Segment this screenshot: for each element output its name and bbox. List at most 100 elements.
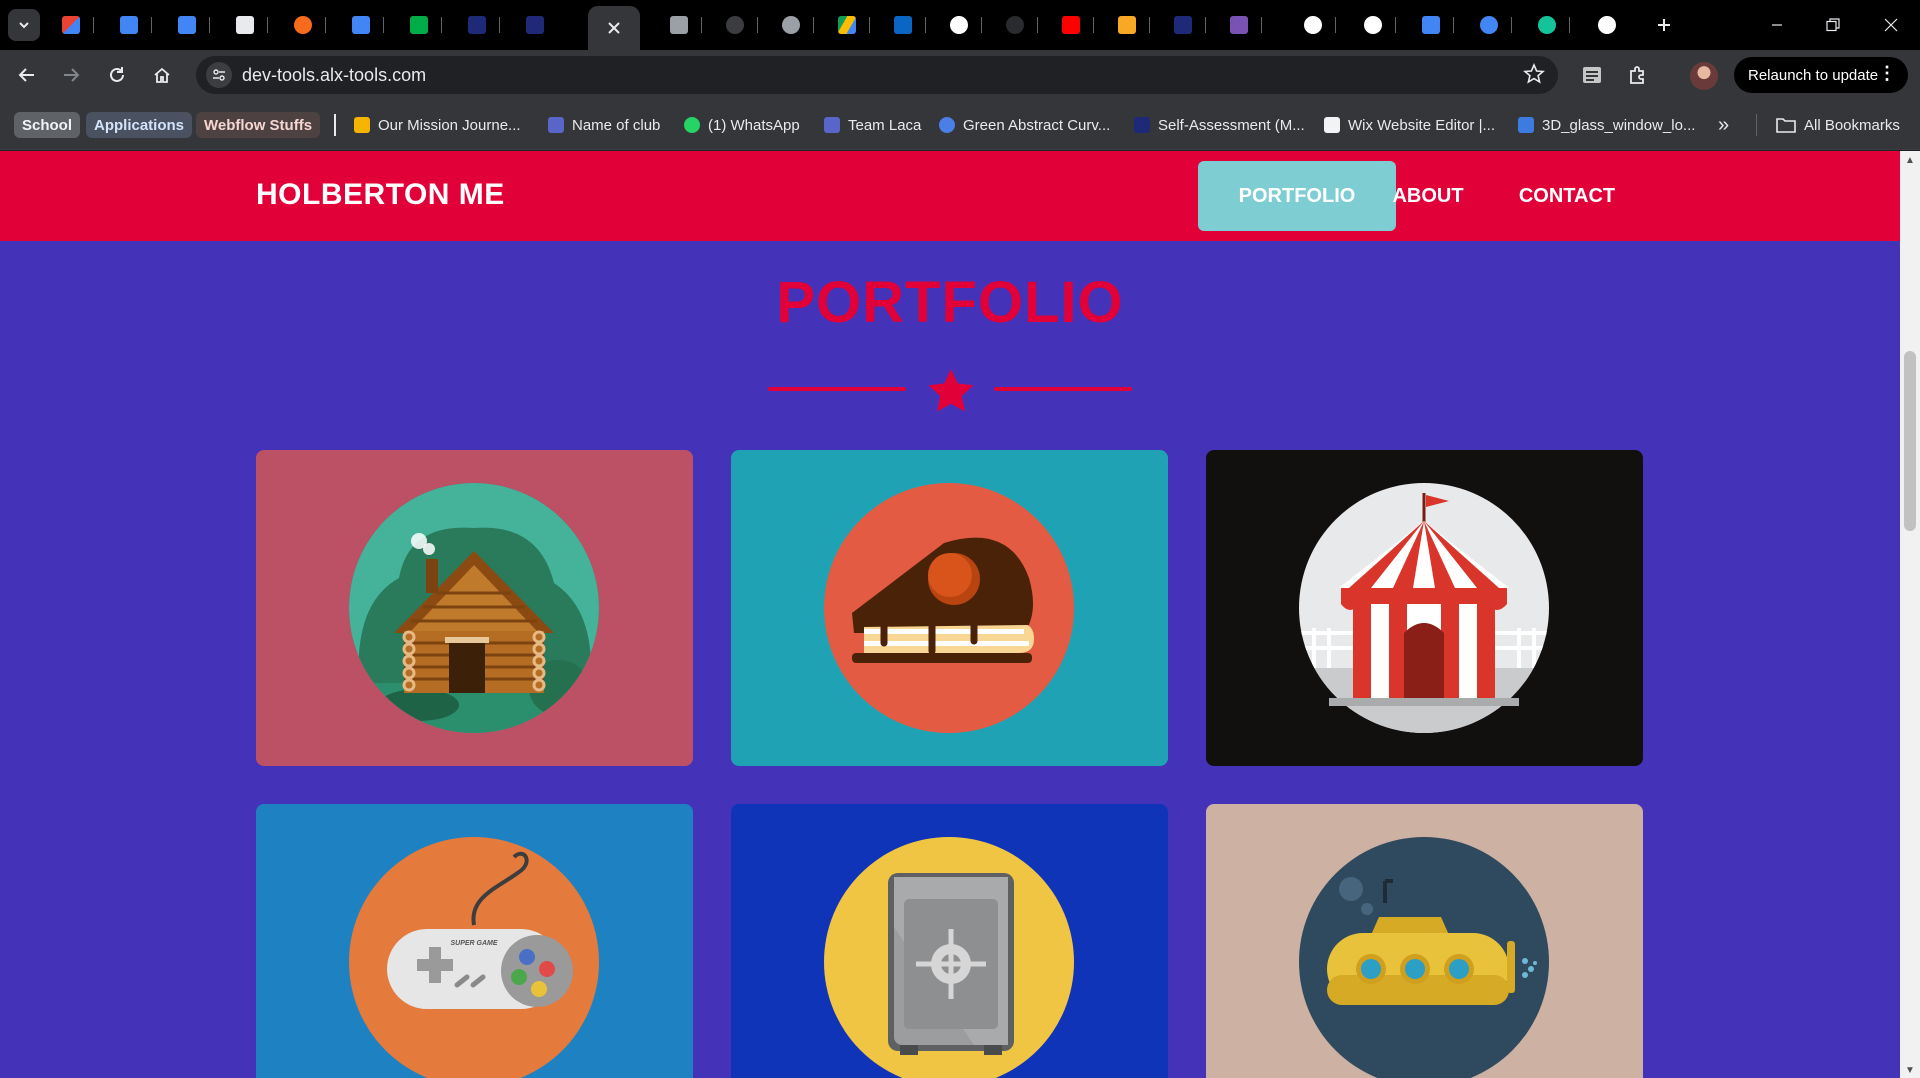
- submarine-icon: [1299, 837, 1549, 1078]
- page-scrollbar[interactable]: ▲ ▼: [1900, 151, 1920, 1078]
- tab-gmail[interactable]: [48, 8, 94, 42]
- portfolio-card-circus[interactable]: [1206, 450, 1643, 766]
- kebab-menu-icon[interactable]: ⋮: [1878, 63, 1896, 84]
- site-info-button[interactable]: [206, 62, 232, 88]
- scroll-down-icon[interactable]: ▼: [1905, 1065, 1915, 1076]
- site-brand[interactable]: HOLBERTON ME: [256, 178, 505, 212]
- bookmark-folder-school[interactable]: School: [14, 112, 81, 138]
- url-text[interactable]: dev-tools.alx-tools.com: [242, 65, 426, 86]
- nav-portfolio[interactable]: PORTFOLIO: [1198, 161, 1396, 231]
- close-icon[interactable]: [607, 21, 621, 35]
- bookmark-label: Name of club: [572, 116, 661, 134]
- whatsapp-icon: [684, 117, 700, 133]
- portfolio-card-cake[interactable]: [731, 450, 1168, 766]
- tab-puzzle[interactable]: [656, 8, 702, 42]
- reload-button[interactable]: [101, 59, 133, 91]
- safe-icon: [824, 837, 1074, 1078]
- tab-active[interactable]: [588, 6, 640, 50]
- youtube-icon: [1062, 16, 1080, 34]
- home-button[interactable]: [146, 59, 178, 91]
- cabin-icon: [349, 483, 599, 733]
- tab-strip: [0, 0, 1920, 50]
- close-window-button[interactable]: [1862, 0, 1920, 50]
- grammarly-icon: [1538, 16, 1556, 34]
- bookmark-item[interactable]: Team Laca: [824, 112, 921, 138]
- alx-icon: [1174, 16, 1192, 34]
- profile-avatar[interactable]: [1690, 62, 1718, 90]
- bookmark-folder-applications[interactable]: Applications: [86, 112, 193, 138]
- tab-docs-2[interactable]: [164, 8, 210, 42]
- slides-icon: [354, 117, 370, 133]
- title-divider-right: [994, 387, 1132, 391]
- relaunch-button[interactable]: Relaunch to update ⋮: [1734, 57, 1908, 93]
- restore-button[interactable]: [1804, 0, 1862, 50]
- tab-orange[interactable]: [280, 8, 326, 42]
- tab-search-button[interactable]: [8, 9, 40, 41]
- nav-contact[interactable]: CONTACT: [1508, 161, 1626, 231]
- bookmark-item[interactable]: 3D_glass_window_lo...: [1518, 112, 1695, 138]
- bookmark-item[interactable]: Name of club: [548, 112, 660, 138]
- tab-linkedin[interactable]: [880, 8, 926, 42]
- globe-icon: [782, 16, 800, 34]
- tab-meet[interactable]: [396, 8, 442, 42]
- tab-calendar-2[interactable]: [1408, 8, 1454, 42]
- canva-icon: [939, 117, 955, 133]
- tab-github-2[interactable]: [1584, 8, 1630, 42]
- address-bar[interactable]: dev-tools.alx-tools.com: [196, 56, 1558, 94]
- forms-icon: [824, 117, 840, 133]
- all-bookmarks-button[interactable]: All Bookmarks: [1776, 112, 1900, 138]
- alx-icon: [468, 16, 486, 34]
- bookmark-item[interactable]: (1) WhatsApp: [684, 112, 800, 138]
- close-icon: [1884, 18, 1898, 32]
- google-icon: [1304, 16, 1322, 34]
- tab-plus[interactable]: [1104, 8, 1150, 42]
- tab-alx-1[interactable]: [454, 8, 500, 42]
- bookmark-item[interactable]: Self-Assessment (M...: [1134, 112, 1305, 138]
- extension-icon: [670, 16, 688, 34]
- back-button[interactable]: [11, 59, 43, 91]
- tab-framer[interactable]: [222, 8, 268, 42]
- tab-alx-3[interactable]: [1160, 8, 1206, 42]
- star-outline-icon: [1523, 62, 1545, 84]
- tab-docs-1[interactable]: [106, 8, 152, 42]
- forward-button[interactable]: [55, 59, 87, 91]
- bookmark-item[interactable]: Our Mission Journe...: [354, 112, 521, 138]
- tab-google-1[interactable]: [936, 8, 982, 42]
- scroll-up-icon[interactable]: ▲: [1905, 155, 1915, 166]
- portfolio-card-safe[interactable]: [731, 804, 1168, 1078]
- app-icon: [1006, 16, 1024, 34]
- portfolio-card-controller[interactable]: SUPER GAME: [256, 804, 693, 1078]
- tab-calendar[interactable]: [338, 8, 384, 42]
- chevron-down-icon: [19, 22, 29, 29]
- google-icon: [1364, 16, 1382, 34]
- tab-grammarly[interactable]: [1524, 8, 1570, 42]
- nav-about[interactable]: ABOUT: [1388, 161, 1468, 231]
- star-icon: [928, 369, 974, 412]
- tab-alx-2[interactable]: [512, 8, 558, 42]
- tab-youtube[interactable]: [1048, 8, 1094, 42]
- tab-dark[interactable]: [992, 8, 1038, 42]
- tab-google-2[interactable]: [1290, 8, 1336, 42]
- portfolio-card-submarine[interactable]: [1206, 804, 1643, 1078]
- tab-github-1[interactable]: [712, 8, 758, 42]
- all-bookmarks-label: All Bookmarks: [1804, 116, 1900, 134]
- docs-icon: [120, 16, 138, 34]
- new-tab-button[interactable]: [1648, 9, 1680, 41]
- extensions-button[interactable]: [1622, 59, 1654, 91]
- bookmark-item[interactable]: Green Abstract Curv...: [939, 112, 1110, 138]
- minimize-button[interactable]: [1748, 0, 1806, 50]
- tab-drive[interactable]: [824, 8, 870, 42]
- bookmark-folder-webflow[interactable]: Webflow Stuffs: [196, 112, 321, 138]
- tab-bootstrap[interactable]: [1216, 8, 1262, 42]
- tab-google-3[interactable]: [1350, 8, 1396, 42]
- star-badge-icon: [294, 16, 312, 34]
- bookmark-star-button[interactable]: [1522, 62, 1546, 91]
- scrollbar-thumb[interactable]: [1904, 351, 1916, 531]
- portfolio-card-cabin[interactable]: [256, 450, 693, 766]
- tab-lens[interactable]: [1466, 8, 1512, 42]
- github-icon: [1598, 16, 1616, 34]
- bookmark-item[interactable]: Wix Website Editor |...: [1324, 112, 1495, 138]
- reading-list-button[interactable]: [1576, 59, 1608, 91]
- tab-globe[interactable]: [768, 8, 814, 42]
- bookmarks-overflow-button[interactable]: »: [1718, 112, 1729, 138]
